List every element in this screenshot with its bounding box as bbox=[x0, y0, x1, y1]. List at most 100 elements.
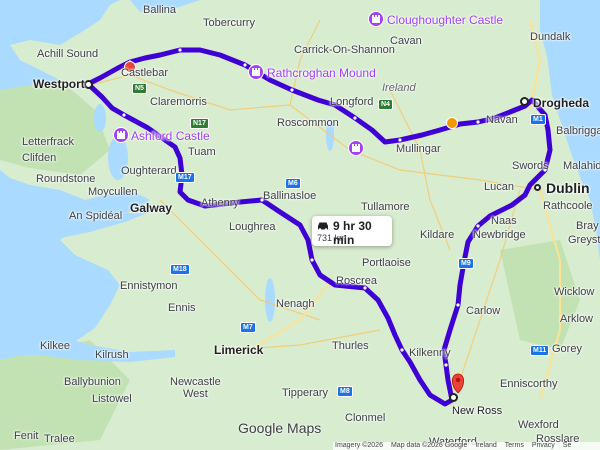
town-wicklow: Wicklow bbox=[554, 286, 595, 298]
road-shield-n4: N4 bbox=[378, 99, 393, 110]
attraction-icon[interactable] bbox=[348, 140, 364, 156]
town-roscrea: Roscrea bbox=[336, 275, 377, 287]
town-arklow: Arklow bbox=[560, 313, 594, 325]
poi-ashford-castle[interactable]: Ashford Castle bbox=[131, 130, 210, 142]
town-swords: Swords bbox=[512, 160, 549, 172]
town-tobercurry: Tobercurry bbox=[203, 17, 255, 29]
town-gorey: Gorey bbox=[552, 343, 582, 355]
town-kilkenny: Kilkenny bbox=[409, 347, 451, 359]
city-dublin: Dublin bbox=[546, 180, 590, 196]
town-tipperary: Tipperary bbox=[282, 387, 329, 399]
town-lucan: Lucan bbox=[484, 181, 514, 193]
road-shield-m17: M17 bbox=[175, 172, 195, 183]
town-newcastle-west-line-2: West bbox=[182, 388, 208, 400]
town-clifden: Clifden bbox=[22, 152, 57, 164]
road-shield-m6: M6 bbox=[285, 178, 301, 189]
town-ennis: Ennis bbox=[168, 302, 196, 314]
town-ennistymon: Ennistymon bbox=[120, 280, 178, 292]
road-shield-m9: M9 bbox=[458, 258, 474, 269]
town-mullingar: Mullingar bbox=[396, 143, 441, 155]
town-tralee: Tralee bbox=[44, 433, 75, 445]
cloughoughter-castle-icon[interactable] bbox=[368, 11, 384, 27]
attribution-mapdata[interactable]: Map data ©2026 Google bbox=[391, 442, 467, 450]
town-oughterard: Oughterard bbox=[121, 165, 177, 177]
attribution-privacy[interactable]: Privacy bbox=[532, 442, 555, 450]
town-thurles: Thurles bbox=[332, 340, 369, 352]
attribution-country[interactable]: Ireland bbox=[475, 442, 496, 450]
town-naas: Naas bbox=[491, 215, 517, 227]
town-loughrea: Loughrea bbox=[229, 221, 276, 233]
town-portlaoise: Portlaoise bbox=[362, 257, 411, 269]
city-limerick: Limerick bbox=[214, 343, 264, 357]
town-ballina: Ballina bbox=[143, 4, 177, 16]
town-kilrush: Kilrush bbox=[95, 349, 129, 361]
attribution-send[interactable]: Se bbox=[563, 442, 572, 450]
new-ross-marker[interactable] bbox=[449, 393, 458, 402]
town-fenit: Fenit bbox=[14, 430, 39, 442]
town-tullamore: Tullamore bbox=[361, 201, 410, 213]
town-clonmel: Clonmel bbox=[345, 412, 386, 424]
town-kilkee: Kilkee bbox=[40, 340, 70, 352]
town-wexford: Wexford bbox=[518, 419, 559, 431]
town-greystones: Greysto bbox=[568, 234, 600, 246]
town-moycullen: Moycullen bbox=[88, 186, 138, 198]
drogheda-marker[interactable] bbox=[520, 97, 529, 106]
town-malahide: Malahide bbox=[563, 160, 600, 172]
town-longford: Longford bbox=[330, 96, 374, 108]
town-tuam: Tuam bbox=[188, 146, 216, 158]
city-westport: Westport bbox=[33, 77, 85, 91]
ashford-castle-icon[interactable] bbox=[113, 127, 129, 143]
attribution-imagery: Imagery ©2026 bbox=[335, 442, 383, 449]
town-balbriggan: Balbriggan bbox=[556, 125, 600, 137]
town-ballybunion: Ballybunion bbox=[64, 376, 121, 388]
car-icon bbox=[318, 222, 328, 231]
city-galway: Galway bbox=[130, 201, 173, 215]
town-carrick: Carrick-On-Shannon bbox=[294, 44, 395, 56]
route-distance: 731 km bbox=[317, 233, 347, 243]
westport-marker[interactable] bbox=[84, 80, 93, 89]
town-cavan: Cavan bbox=[390, 35, 422, 47]
town-ballinasloe: Ballinasloe bbox=[263, 190, 317, 202]
country-label: Ireland bbox=[382, 82, 416, 94]
town-achill-sound: Achill Sound bbox=[37, 48, 99, 60]
fuel-station-icon[interactable] bbox=[446, 117, 458, 129]
town-roundstone: Roundstone bbox=[36, 173, 96, 185]
town-dundalk: Dundalk bbox=[530, 31, 571, 43]
town-bray: Bray bbox=[576, 220, 599, 232]
town-navan: Navan bbox=[486, 114, 518, 126]
poi-cloughoughter-castle[interactable]: Cloughoughter Castle bbox=[387, 14, 503, 26]
town-carlow: Carlow bbox=[466, 305, 501, 317]
route-duration-callout[interactable]: 9 hr 30 min 731 km bbox=[312, 216, 392, 247]
town-claremorris: Claremorris bbox=[150, 96, 207, 108]
poi-rathcroghan-mound[interactable]: Rathcroghan Mound bbox=[267, 67, 376, 79]
google-maps-logo: Google Maps bbox=[238, 420, 322, 436]
town-athenry: Athenry bbox=[201, 197, 239, 209]
town-an-spideal: An Spidéal bbox=[69, 210, 123, 222]
road-shield-m8: M8 bbox=[337, 386, 353, 397]
town-newbridge: Newbridge bbox=[473, 229, 526, 241]
town-kildare: Kildare bbox=[420, 229, 455, 241]
road-shield-n17: N17 bbox=[190, 118, 209, 129]
dublin-marker[interactable] bbox=[534, 184, 541, 191]
road-shield-m18: M18 bbox=[170, 264, 190, 275]
town-rathcoole: Rathcoole bbox=[543, 200, 593, 212]
lough-derg bbox=[265, 278, 275, 322]
rathcroghan-mound-icon[interactable] bbox=[248, 64, 264, 80]
city-drogheda: Drogheda bbox=[533, 96, 590, 110]
attribution-bar: Imagery ©2026 Map data ©2026 Google Irel… bbox=[333, 442, 600, 450]
road-shield-m1: M1 bbox=[530, 114, 546, 125]
town-castlebar: Castlebar bbox=[121, 67, 169, 79]
lough-mask bbox=[94, 104, 106, 132]
city-new-ross: New Ross bbox=[452, 405, 503, 417]
town-letterfrack: Letterfrack bbox=[22, 136, 74, 148]
town-nenagh: Nenagh bbox=[276, 298, 315, 310]
town-listowel: Listowel bbox=[92, 393, 132, 405]
road-shield-m7: M7 bbox=[240, 322, 256, 333]
attribution-terms[interactable]: Terms bbox=[505, 442, 524, 450]
town-newcastle-west: Newcastle West bbox=[170, 376, 221, 400]
road-shield-m11: M11 bbox=[530, 345, 550, 356]
town-enniscorthy: Enniscorthy bbox=[500, 378, 558, 390]
road-shield-n5: N5 bbox=[132, 83, 147, 94]
town-newcastle-west-line-1: Newcastle bbox=[170, 376, 221, 388]
town-roscommon: Roscommon bbox=[277, 117, 339, 129]
